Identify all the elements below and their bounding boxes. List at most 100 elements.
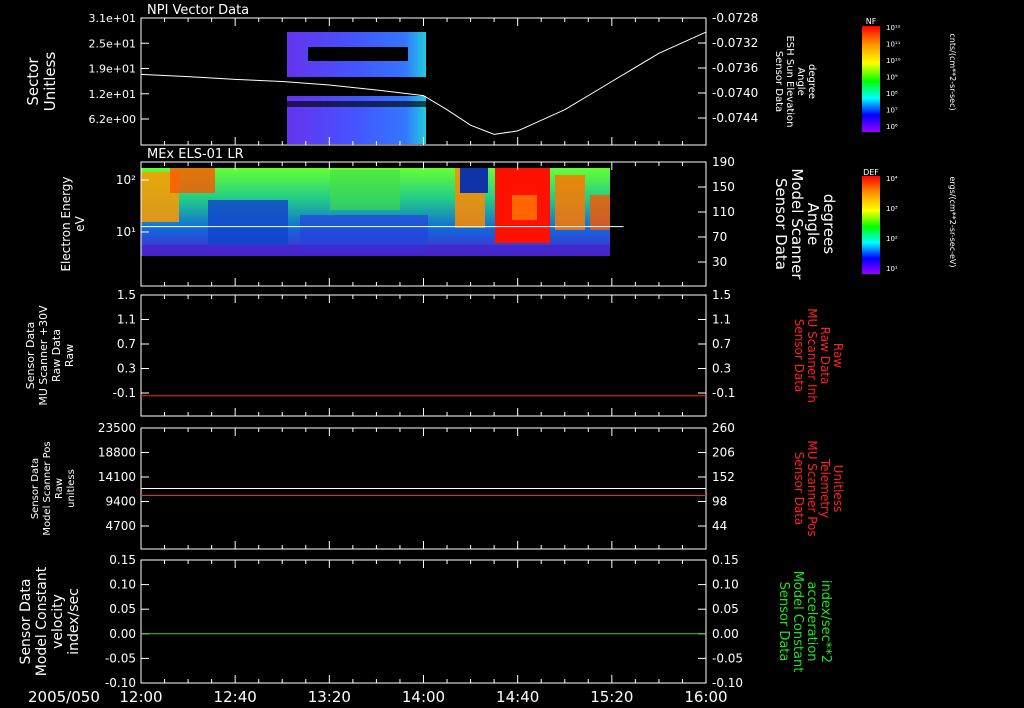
nf-colorbar-tick: 10¹² [886,24,901,32]
y-axis-label-left: Sensor Data [24,322,37,389]
y-tick-label-left: 1.2e+01 [89,88,136,101]
y-tick-label-right: 1.5 [712,288,731,302]
y-tick-label-right: -0.0732 [712,36,758,50]
y-axis-label-left: Sensor Data [30,458,41,519]
y-axis-label-right: Unitless [831,465,845,513]
y-tick-label-left: 1.9e+01 [89,63,136,76]
nf-colorbar-tick: 10¹¹ [886,41,901,49]
def-colorbar [862,176,880,274]
y-tick-label-left: 0.3 [117,362,136,376]
def-colorbar-tick: 10³ [886,205,898,213]
y-tick-label-left: 0.05 [109,602,136,616]
nf-colorbar [862,26,880,132]
y-axis-label-right: Telemetry [818,458,832,518]
els-heat-bottom-fade [141,245,610,256]
y-axis-label-left: index/sec [66,588,82,655]
y-axis-label-right: degrees [820,194,838,255]
panel-constant-frame [140,559,707,684]
y-tick-label-right: -0.0740 [712,86,758,100]
y-tick-label-right: 110 [712,205,735,219]
y-tick-label-left: 6.2e+00 [89,113,136,126]
y-axis-label-right: MU Scanner Pos [805,440,819,536]
els-heat-red-2 [512,195,537,220]
y-tick-label-left: 18800 [98,446,136,460]
time-tick-label: 16:00 [684,688,727,706]
y-axis-label-right: ESH Sun Elevation [784,35,795,127]
y-tick-label-right: -0.05 [712,651,743,665]
y-tick-label-right: 1.1 [712,313,731,327]
nf-colorbar-tick: 10¹⁰ [886,57,901,65]
npi-heat-gap [308,47,408,61]
y-tick-label-left: 2.5e+01 [89,37,136,50]
y-axis-label-left: Sensor Data [18,579,34,665]
nf-colorbar-tick: 10⁸ [886,90,898,98]
y-tick-label-left: -0.05 [105,651,136,665]
y-tick-label-left: 4700 [105,519,136,533]
y-tick-label-left: 0.15 [109,553,136,567]
y-tick-label-right: 190 [712,155,735,169]
y-tick-label-left: -0.1 [113,386,136,400]
y-axis-label-left: Sector [24,57,42,106]
nf-colorbar-unit: cnts/(cm**2-sr-sec) [948,33,957,110]
y-tick-label-left: 0.10 [109,578,136,592]
y-axis-label-right: Sensor Data [792,452,806,526]
y-axis-label-left: Model Scanner Pos [42,441,53,535]
y-axis-label-left: unitless [66,469,77,508]
y-axis-label-right: Sensor Data [773,51,784,112]
y-tick-label-right: -0.0744 [712,111,758,125]
els-heat-orange-3 [590,195,610,230]
y-axis-label-left: Unitless [41,52,59,112]
y-axis-label-right: Model Scanner [788,168,806,280]
y-axis-label-left: Raw [54,478,65,499]
y-axis-label-right: Model Constant [790,571,805,673]
y-tick-label-right: 0.15 [712,553,739,567]
els-heat-low-1 [208,200,288,245]
y-tick-label-right: 0.7 [712,337,731,351]
els-heat-mid [330,170,400,210]
time-tick-label: 15:20 [590,688,633,706]
els-title: MEx ELS-01 LR [147,147,244,162]
time-tick-label: 12:00 [119,688,162,706]
axes-layer [140,17,880,684]
y-tick-label-right: 206 [712,446,735,460]
nf-colorbar-tick: 10⁹ [886,74,898,82]
y-axis-label-right: Raw [831,343,845,368]
y-tick-label-left: 3.1e+01 [89,12,136,25]
y-tick-label-right: 0.05 [712,602,739,616]
text-layer: NPI Vector Data 3.1e+01 2.5e+01 1.9e+01 1.2e… [18,3,957,706]
y-axis-label-left: eV [73,215,87,231]
nf-colorbar-tick: 10⁶ [886,123,898,131]
els-panel [141,168,610,256]
multi-panel-chart: NPI Vector Data 3.1e+01 2.5e+01 1.9e+01 1.2e… [18,3,957,706]
y-tick-label-left: 23500 [98,421,136,435]
time-tick-label: 14:40 [496,688,539,706]
y-axis-label-left: velocity [50,594,66,649]
y-axis-label-right: Angle [804,203,822,246]
npi-heat-gap2 [287,101,426,107]
y-axis-label-right: Sensor Data [792,319,806,393]
y-tick-label-left: 10¹ [116,225,136,239]
nf-colorbar-label: NF [866,17,877,26]
y-tick-label-right: 30 [712,255,727,269]
els-heat-cyan [460,168,488,193]
y-axis-label-left: MU Scanner +30V [37,305,50,406]
def-colorbar-label: DEF [863,168,879,177]
y-axis-label-right: Raw Data [818,327,832,385]
y-tick-label-left: 1.5 [117,288,136,302]
panel-mu30-frame [140,294,707,417]
y-tick-label-right: -0.0728 [712,11,758,25]
y-tick-label-right: 70 [712,230,727,244]
y-tick-label-right: -0.1 [712,386,735,400]
y-tick-label-right: 152 [712,470,735,484]
def-colorbar-tick: 10² [886,235,898,243]
y-tick-label-left: 0.7 [117,337,136,351]
time-tick-label: 13:20 [308,688,351,706]
def-colorbar-tick: 10⁴ [886,175,898,183]
y-axis-label-right: Angle [795,67,806,95]
y-axis-label-left: Electron Energy [59,176,73,271]
y-axis-label-left: Raw [63,344,76,367]
y-tick-label-right: 44 [712,519,727,533]
y-tick-label-right: 0.3 [712,362,731,376]
y-tick-label-right: 98 [712,495,727,509]
y-tick-label-right: 0.00 [712,627,739,641]
